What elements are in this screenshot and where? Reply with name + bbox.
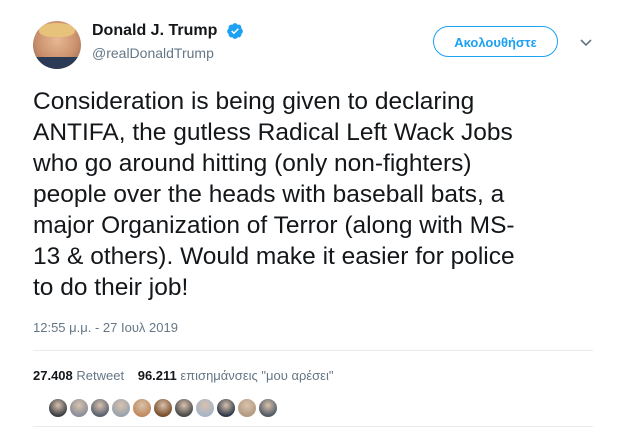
liker-avatar-icon[interactable] [152,397,174,419]
liker-avatar-icon[interactable] [110,397,132,419]
liker-avatar-icon[interactable] [194,397,216,419]
likes-stat[interactable]: 96.211 επισημάνσεις "μου αρέσει" [138,368,334,383]
follow-button[interactable]: Ακολουθήστε [433,26,558,57]
liker-avatar-icon[interactable] [131,397,153,419]
likes-count: 96.211 [137,368,177,383]
liker-avatar-icon[interactable] [236,397,258,419]
liker-avatar-icon[interactable] [68,397,90,419]
liker-avatar-icon[interactable] [89,397,111,419]
tweet-stats: 27.408 Retweet 96.211 επισημάνσεις "μου … [33,368,333,383]
tweet-timestamp[interactable]: 12:55 μ.μ. - 27 Ιουλ 2019 [33,320,178,335]
retweets-count: 27.408 [33,368,73,383]
user-handle[interactable]: @realDonaldTrump [92,45,244,61]
profile-photo-icon[interactable] [33,21,81,69]
likes-label: επισημάνσεις "μου αρέσει" [180,368,334,383]
tweet-text: Consideration is being given to declarin… [33,88,515,301]
liker-avatar-icon[interactable] [173,397,195,419]
verified-badge-icon [226,23,243,39]
retweets-stat[interactable]: 27.408 Retweet [33,368,138,383]
liker-avatar-icon[interactable] [215,397,237,419]
display-name[interactable]: Donald J. Trump [92,22,217,40]
liker-avatar-icon[interactable] [257,397,279,419]
user-info: Donald J. Trump @realDonaldTrump [92,22,244,61]
divider [33,350,593,351]
chevron-down-icon[interactable] [580,39,592,47]
retweets-label: Retweet [76,368,125,383]
divider [33,426,593,427]
tweet-card: Donald J. Trump @realDonaldTrump Ακολουθ… [0,0,633,433]
liker-avatar-icon[interactable] [47,397,69,419]
